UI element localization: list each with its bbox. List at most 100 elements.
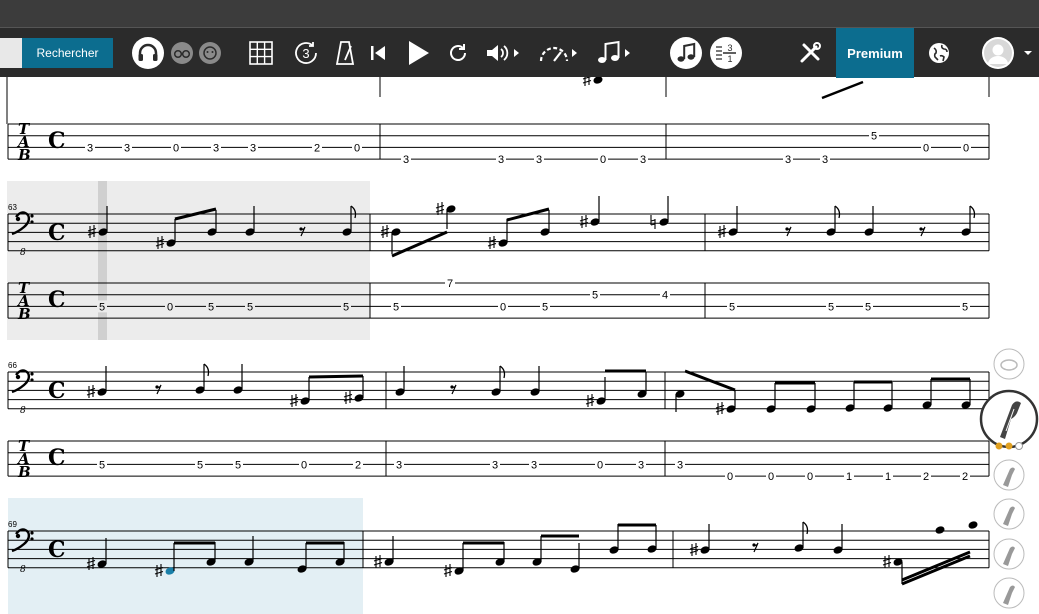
fret-number: 0 (807, 471, 813, 483)
note-menu-icon[interactable] (594, 36, 634, 70)
instrument-guitar-button-1[interactable] (993, 459, 1025, 491)
loop-icon[interactable] (446, 36, 470, 70)
fret-number: 0 (600, 154, 606, 166)
fret-number: 0 (301, 459, 307, 471)
octave-marking: 8 (20, 565, 26, 575)
fraction-bottom: 1 (727, 54, 732, 64)
fret-number: 4 (662, 290, 668, 302)
fret-number: 5 (247, 301, 253, 313)
fret-number: 2 (314, 142, 320, 154)
instrument-guitar-button-4[interactable] (993, 577, 1025, 609)
window-top-strip (0, 0, 1039, 27)
sharp-icon (882, 554, 892, 569)
fret-number: 7 (447, 278, 453, 290)
fret-number: 3 (492, 459, 498, 471)
fraction-top: 3 (727, 43, 732, 53)
notation-icon[interactable] (669, 36, 703, 70)
premium-button[interactable]: Premium (836, 28, 914, 78)
fret-number: 3 (638, 459, 644, 471)
fret-number: 0 (727, 471, 733, 483)
fret-number: 3 (785, 154, 791, 166)
fret-number: 5 (828, 301, 834, 313)
eighth-rest-icon (784, 226, 792, 237)
fret-number: 5 (871, 131, 877, 143)
note-head (968, 521, 978, 529)
fret-number: 2 (923, 471, 929, 483)
fret-number: 5 (729, 301, 735, 313)
fret-number: 1 (846, 471, 852, 483)
tools-icon[interactable] (796, 36, 824, 70)
playback-cursor[interactable] (98, 181, 107, 340)
fret-number: 0 (167, 301, 173, 313)
fret-number: 3 (403, 154, 409, 166)
fret-number: 3 (677, 459, 683, 471)
eighth-rest-icon (154, 384, 162, 395)
volume-icon[interactable] (484, 36, 522, 70)
status-dot (1015, 442, 1023, 450)
sharp-icon (343, 390, 353, 405)
fret-number: 5 (197, 459, 203, 471)
status-dot (1005, 442, 1013, 450)
chevron-down-icon[interactable] (1022, 36, 1034, 70)
beam (901, 554, 971, 586)
count-in-icon[interactable]: 3 (292, 36, 320, 70)
fraction-icon[interactable]: 31 (709, 36, 743, 70)
natural-icon (650, 214, 656, 230)
fret-number: 3 (536, 154, 542, 166)
globe-icon[interactable] (927, 36, 951, 70)
fret-number: 5 (962, 301, 968, 313)
fret-number: 3 (87, 142, 93, 154)
tab-label: B (17, 463, 31, 481)
sharp-icon (435, 201, 445, 216)
eighth-rest-icon (751, 542, 759, 553)
tab-label: B (17, 146, 31, 164)
play-icon[interactable] (405, 36, 431, 70)
instrument-bass-active-button[interactable] (979, 389, 1039, 450)
note-flag (203, 363, 210, 377)
score-view[interactable]: TABC 3 3 0 3 3 2 03 3 3 0 353 30 0C863TABC 5 0 5 5 5 570 55 4… (0, 77, 1039, 614)
sharp-icon (487, 235, 497, 250)
speed-icon[interactable] (536, 36, 580, 70)
sharp-icon (289, 393, 299, 408)
glasses-icon[interactable] (170, 36, 194, 70)
sharp-icon (579, 214, 589, 229)
count-in-label: 3 (302, 46, 309, 61)
headphones-icon[interactable] (131, 36, 165, 70)
measure-number: 63 (8, 203, 17, 212)
beam (901, 550, 971, 582)
skip-back-icon[interactable] (369, 36, 387, 70)
fret-number: 0 (354, 142, 360, 154)
toolbar: Rechercher 3 31 Premium (0, 27, 1039, 78)
fret-number: 2 (355, 459, 361, 471)
fret-number: 5 (542, 301, 548, 313)
sharp-icon (582, 77, 592, 87)
time-signature: C (48, 378, 66, 404)
fret-number: 3 (396, 459, 402, 471)
grid-icon[interactable] (248, 36, 274, 70)
metronome-icon[interactable] (334, 36, 356, 70)
fret-number: 5 (99, 301, 105, 313)
sharp-icon (86, 384, 96, 399)
tab-label: B (17, 305, 31, 323)
sharp-icon (585, 393, 595, 408)
eighth-rest-icon (918, 226, 926, 237)
fret-number: 5 (343, 301, 349, 313)
fret-number: 5 (393, 301, 399, 313)
face-icon[interactable] (198, 36, 222, 70)
search-button[interactable]: Rechercher (22, 38, 113, 68)
octave-marking: 8 (20, 406, 26, 416)
fret-number: 5 (592, 290, 598, 302)
fret-number: 3 (822, 154, 828, 166)
status-dot (995, 442, 1003, 450)
instrument-drums-button[interactable] (993, 348, 1025, 380)
instrument-guitar-button-2[interactable] (993, 498, 1025, 530)
measure-number: 69 (8, 520, 17, 529)
search-input[interactable] (0, 38, 22, 68)
fret-number: 5 (99, 459, 105, 471)
fret-number: 0 (500, 301, 506, 313)
avatar[interactable] (981, 36, 1015, 70)
fret-number: 5 (865, 301, 871, 313)
instrument-guitar-button-3[interactable] (993, 538, 1025, 570)
note-head (935, 526, 945, 534)
beam (308, 374, 364, 379)
